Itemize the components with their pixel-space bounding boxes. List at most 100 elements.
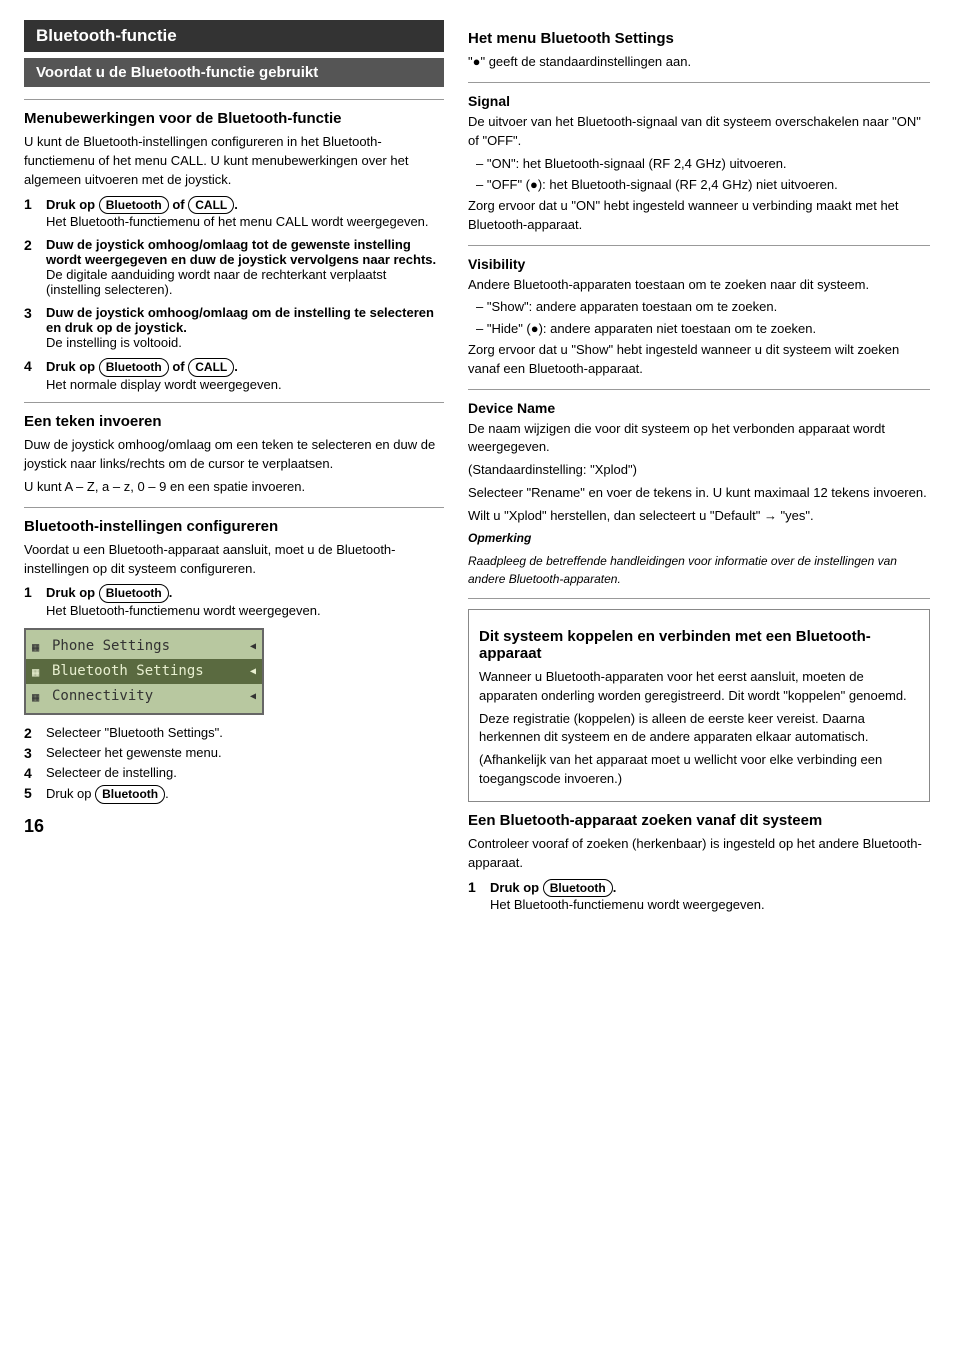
signal-text: De uitvoer van het Bluetooth-signaal van… — [468, 113, 930, 151]
step-content-3: Duw de joystick omhoog/omlaag om de inst… — [46, 305, 444, 350]
zoeken-step-1: 1 Druk op Bluetooth. Het Bluetooth-funct… — [468, 879, 930, 913]
step-num-4: 4 — [24, 358, 46, 374]
section1-intro: U kunt de Bluetooth-instellingen configu… — [24, 133, 444, 190]
zoeken-steps: 1 Druk op Bluetooth. Het Bluetooth-funct… — [468, 879, 930, 913]
bluetooth-btn-z1: Bluetooth — [543, 879, 613, 898]
bluetooth-btn-3: Bluetooth — [99, 584, 169, 603]
config-step-content-3: Selecteer het gewenste menu. — [46, 745, 444, 760]
step1-bold: Druk op Bluetooth of CALL. — [46, 196, 444, 215]
lcd-arrow-2: ◀ — [250, 689, 256, 704]
visibility-title: Visibility — [468, 256, 930, 272]
config-step1-bold: Druk op Bluetooth. — [46, 584, 444, 603]
call-btn-1: CALL — [188, 196, 234, 215]
section-visibility: Visibility Andere Bluetooth-apparaten to… — [468, 256, 930, 379]
divider-1 — [24, 99, 444, 100]
config-step-2: 2 Selecteer "Bluetooth Settings". — [24, 725, 444, 741]
step-4: 4 Druk op Bluetooth of CALL. Het normale… — [24, 358, 444, 392]
step-list-1: 1 Druk op Bluetooth of CALL. Het Bluetoo… — [24, 196, 444, 393]
zoeken-step-num-1: 1 — [468, 879, 490, 895]
zoeken-title: Een Bluetooth-apparaat zoeken vanaf dit … — [468, 812, 930, 829]
config-step1-detail: Het Bluetooth-functiemenu wordt weergege… — [46, 603, 444, 618]
config-step-content-2: Selecteer "Bluetooth Settings". — [46, 725, 444, 740]
zoeken-step-content-1: Druk op Bluetooth. Het Bluetooth-functie… — [490, 879, 930, 913]
config-step-num-5: 5 — [24, 785, 46, 801]
step3-bold: Duw de joystick omhoog/omlaag om de inst… — [46, 305, 444, 335]
section3-title: Bluetooth-instellingen configureren — [24, 518, 444, 535]
section-koppelen: Dit systeem koppelen en verbinden met ee… — [468, 609, 930, 802]
call-btn-2: CALL — [188, 358, 234, 377]
section2-text2: U kunt A – Z, a – z, 0 – 9 en een spatie… — [24, 478, 444, 497]
lcd-text-2: Connectivity — [52, 686, 250, 707]
step3-detail: De instelling is voltooid. — [46, 335, 444, 350]
config-step-1: 1 Druk op Bluetooth. Het Bluetooth-funct… — [24, 584, 444, 618]
signal-dash2: – "OFF" (●): het Bluetooth-signaal (RF 2… — [476, 176, 930, 194]
section-menu: Het menu Bluetooth Settings "●" geeft de… — [468, 30, 930, 72]
step-num-3: 3 — [24, 305, 46, 321]
divider-r1 — [468, 82, 930, 83]
config-step-num-1: 1 — [24, 584, 46, 600]
menu-title: Het menu Bluetooth Settings — [468, 30, 930, 47]
koppelen-text3: (Afhankelijk van het apparaat moet u wel… — [479, 751, 919, 789]
visibility-note: Zorg ervoor dat u "Show" hebt ingesteld … — [468, 341, 930, 379]
bluetooth-btn-2: Bluetooth — [99, 358, 169, 377]
koppelen-text2: Deze registratie (koppelen) is alleen de… — [479, 710, 919, 748]
section2-text1: Duw de joystick omhoog/omlaag om een tek… — [24, 436, 444, 474]
section-menubewerkingen: Menubewerkingen voor de Bluetooth-functi… — [24, 110, 444, 392]
lcd-arrow-0: ◀ — [250, 639, 256, 654]
step-list-3: 1 Druk op Bluetooth. Het Bluetooth-funct… — [24, 584, 444, 618]
koppelen-title: Dit systeem koppelen en verbinden met ee… — [479, 628, 919, 662]
device-name-text1: De naam wijzigen die voor dit systeem op… — [468, 420, 930, 458]
step2-bold: Duw de joystick omhoog/omlaag tot de gew… — [46, 237, 444, 267]
step-content-4: Druk op Bluetooth of CALL. Het normale d… — [46, 358, 444, 392]
step-1: 1 Druk op Bluetooth of CALL. Het Bluetoo… — [24, 196, 444, 230]
step4-bold: Druk op Bluetooth of CALL. — [46, 358, 444, 377]
lcd-row-2: ▦ Connectivity ◀ — [26, 684, 262, 709]
divider-r2 — [468, 245, 930, 246]
config-step-5: 5 Druk op Bluetooth. — [24, 785, 444, 804]
step-2: 2 Duw de joystick omhoog/omlaag tot de g… — [24, 237, 444, 297]
config-step-num-3: 3 — [24, 745, 46, 761]
main-title: Bluetooth-functie — [24, 20, 444, 52]
right-column: Het menu Bluetooth Settings "●" geeft de… — [468, 20, 930, 1332]
sub-title: Voordat u de Bluetooth-functie gebruikt — [24, 58, 444, 87]
page-number: 16 — [24, 816, 444, 837]
section2-title: Een teken invoeren — [24, 413, 444, 430]
zoeken-step1-bold: Druk op Bluetooth. — [490, 879, 930, 898]
config-step-num-4: 4 — [24, 765, 46, 781]
step2-detail: De digitale aanduiding wordt naar de rec… — [46, 267, 444, 297]
config-step-content-1: Druk op Bluetooth. Het Bluetooth-functie… — [46, 584, 444, 618]
lcd-arrow-1: ◀ — [250, 664, 256, 679]
step-num-2: 2 — [24, 237, 46, 253]
lcd-row-1: ▦ Bluetooth Settings ◀ — [26, 659, 262, 684]
left-column: Bluetooth-functie Voordat u de Bluetooth… — [24, 20, 444, 1332]
section-teken: Een teken invoeren Duw de joystick omhoo… — [24, 413, 444, 497]
bluetooth-btn-5: Bluetooth — [95, 785, 165, 804]
visibility-dash2: – "Hide" (●): andere apparaten niet toes… — [476, 320, 930, 338]
divider-r4 — [468, 598, 930, 599]
koppelen-text1: Wanneer u Bluetooth-apparaten voor het e… — [479, 668, 919, 706]
step4-detail: Het normale display wordt weergegeven. — [46, 377, 444, 392]
divider-r3 — [468, 389, 930, 390]
signal-dash1: – "ON": het Bluetooth-signaal (RF 2,4 GH… — [476, 155, 930, 173]
lcd-text-0: Phone Settings — [52, 636, 250, 657]
lcd-text-1: Bluetooth Settings — [52, 661, 250, 682]
lcd-icon-1: ▦ — [32, 663, 52, 681]
opmerking-title: Opmerking — [468, 530, 930, 547]
step-3: 3 Duw de joystick omhoog/omlaag om de in… — [24, 305, 444, 350]
section-device-name: Device Name De naam wijzigen die voor di… — [468, 400, 930, 588]
lcd-icon-0: ▦ — [32, 638, 52, 656]
config-step-content-5: Druk op Bluetooth. — [46, 785, 444, 804]
step-content-1: Druk op Bluetooth of CALL. Het Bluetooth… — [46, 196, 444, 230]
section-zoeken: Een Bluetooth-apparaat zoeken vanaf dit … — [468, 812, 930, 912]
section3-intro: Voordat u een Bluetooth-apparaat aanslui… — [24, 541, 444, 579]
config-step-3: 3 Selecteer het gewenste menu. — [24, 745, 444, 761]
lcd-row-0: ▦ Phone Settings ◀ — [26, 634, 262, 659]
config-step-4: 4 Selecteer de instelling. — [24, 765, 444, 781]
visibility-dash1: – "Show": andere apparaten toestaan om t… — [476, 298, 930, 316]
device-name-text2: (Standaardinstelling: "Xplod") — [468, 461, 930, 480]
zoeken-step1-detail: Het Bluetooth-functiemenu wordt weergege… — [490, 897, 930, 912]
config-step-num-2: 2 — [24, 725, 46, 741]
signal-title: Signal — [468, 93, 930, 109]
opmerking-text: Raadpleeg de betreffende handleidingen v… — [468, 553, 930, 588]
device-name-text4: Wilt u "Xplod" herstellen, dan selecteer… — [468, 507, 930, 526]
